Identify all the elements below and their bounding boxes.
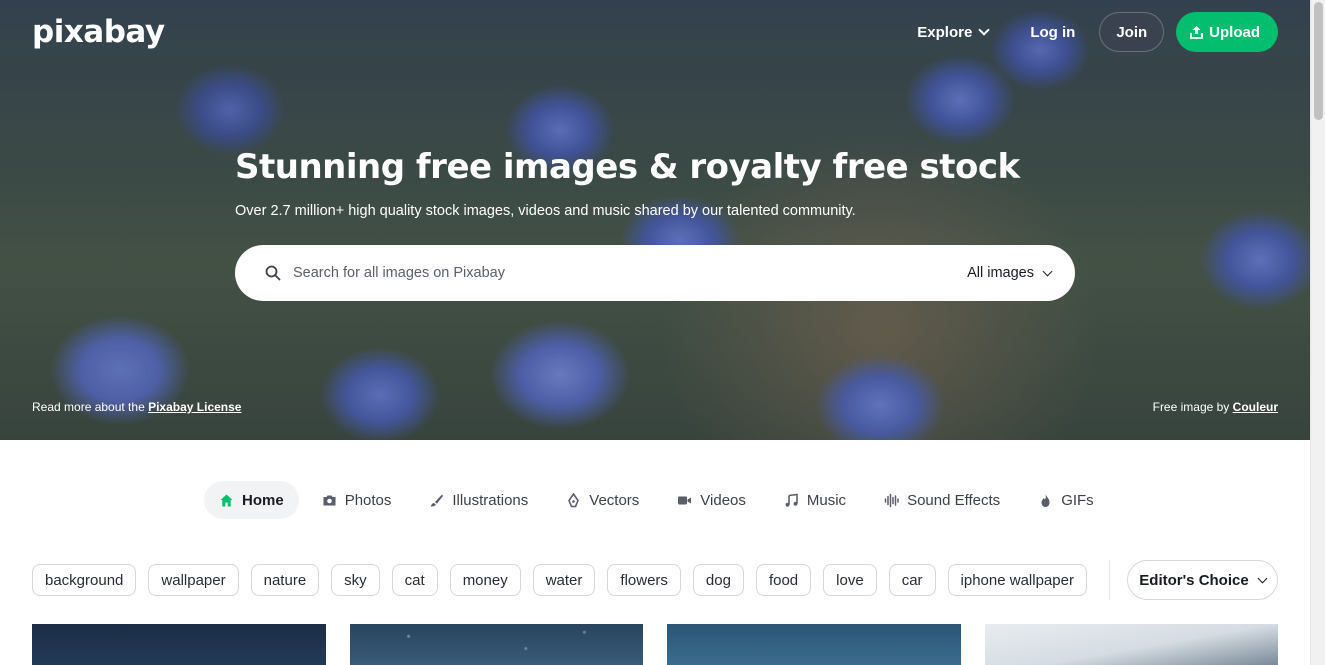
category-tabs: Home Photos Illustrations Vectors Videos… xyxy=(204,481,1109,519)
upload-label: Upload xyxy=(1209,23,1260,41)
tag-pill[interactable]: money xyxy=(449,564,521,596)
upload-button[interactable]: Upload xyxy=(1176,12,1278,52)
tab-label: Vectors xyxy=(589,491,640,509)
credit-prefix: Free image by xyxy=(1152,400,1233,414)
tag-pill[interactable]: cat xyxy=(391,564,438,596)
tab-label: Videos xyxy=(700,491,746,509)
hero-subtitle: Over 2.7 million+ high quality stock ima… xyxy=(235,203,856,219)
sort-label: Editor's Choice xyxy=(1139,571,1249,589)
video-camera-icon xyxy=(678,496,692,504)
explore-menu-button[interactable]: Explore xyxy=(899,12,1006,52)
image-thumbnail[interactable] xyxy=(32,624,326,665)
tag-pill[interactable]: flowers xyxy=(607,564,681,596)
tag-pill[interactable]: food xyxy=(755,564,812,596)
tag-pill[interactable]: love xyxy=(823,564,877,596)
tab-label: Home xyxy=(242,491,284,509)
tab-label: Music xyxy=(806,491,847,509)
tab-sound-effects[interactable]: Sound Effects xyxy=(869,481,1015,519)
tab-videos[interactable]: Videos xyxy=(662,481,761,519)
camera-icon xyxy=(323,495,336,505)
tag-pill[interactable]: car xyxy=(888,564,936,596)
tag-pill[interactable]: nature xyxy=(250,564,320,596)
image-thumbnail[interactable] xyxy=(667,624,961,665)
pen-nib-icon xyxy=(568,492,580,507)
tag-pill[interactable]: background xyxy=(32,564,137,596)
hero-banner: pixabay Explore Log in Join Upload Stunn… xyxy=(0,0,1310,440)
hero-title: Stunning free images & royalty free stoc… xyxy=(235,147,1020,187)
tab-vectors[interactable]: Vectors xyxy=(551,481,654,519)
tab-label: Photos xyxy=(344,491,392,509)
license-link[interactable]: Pixabay License xyxy=(148,400,241,414)
tab-illustrations[interactable]: Illustrations xyxy=(414,481,543,519)
music-note-icon xyxy=(785,493,798,507)
brush-icon xyxy=(430,494,444,506)
explore-label: Explore xyxy=(917,23,973,41)
search-icon[interactable] xyxy=(265,265,281,281)
suggested-tags: background wallpaper nature sky cat mone… xyxy=(32,564,1087,596)
page-scrollbar[interactable] xyxy=(1310,0,1325,665)
image-credit: Free image by Couleur xyxy=(1153,400,1278,414)
upload-icon xyxy=(1190,26,1204,39)
waveform-icon xyxy=(884,493,899,507)
license-prefix: Read more about the xyxy=(32,400,149,414)
flame-icon xyxy=(1041,493,1050,507)
chevron-down-icon xyxy=(978,24,990,36)
tag-pill[interactable]: dog xyxy=(692,564,744,596)
search-bar: All images xyxy=(235,245,1075,301)
tag-pill[interactable]: wallpaper xyxy=(148,564,239,596)
tab-gifs[interactable]: GIFs xyxy=(1023,481,1109,519)
search-type-dropdown[interactable]: All images xyxy=(967,245,1053,301)
chevron-down-icon xyxy=(1042,266,1053,276)
home-icon xyxy=(220,494,233,506)
search-input[interactable] xyxy=(293,257,913,289)
image-thumbnail[interactable] xyxy=(985,624,1278,665)
chevron-down-icon xyxy=(1257,573,1268,583)
tag-pill[interactable]: iphone wallpaper xyxy=(947,564,1087,596)
pixabay-logo[interactable]: pixabay xyxy=(32,14,165,50)
search-type-label: All images xyxy=(967,265,1034,281)
tag-pill[interactable]: water xyxy=(532,564,596,596)
join-button[interactable]: Join xyxy=(1099,12,1165,52)
tab-home[interactable]: Home xyxy=(204,481,299,519)
tag-pill[interactable]: sky xyxy=(331,564,380,596)
login-button[interactable]: Log in xyxy=(1016,12,1089,52)
credit-author-link[interactable]: Couleur xyxy=(1233,400,1278,414)
tab-label: Sound Effects xyxy=(907,491,1001,509)
image-thumbnail[interactable] xyxy=(350,624,643,665)
tags-divider xyxy=(1109,560,1110,600)
tab-music[interactable]: Music xyxy=(769,481,861,519)
hero-background-image xyxy=(0,0,1310,440)
tab-label: GIFs xyxy=(1061,491,1094,509)
tab-label: Illustrations xyxy=(452,491,529,509)
tab-photos[interactable]: Photos xyxy=(307,481,407,519)
scrollbar-thumb[interactable] xyxy=(1314,2,1323,120)
top-nav: Explore Log in Join Upload xyxy=(899,12,1278,52)
license-note: Read more about the Pixabay License xyxy=(32,400,241,414)
sort-dropdown[interactable]: Editor's Choice xyxy=(1127,560,1278,600)
